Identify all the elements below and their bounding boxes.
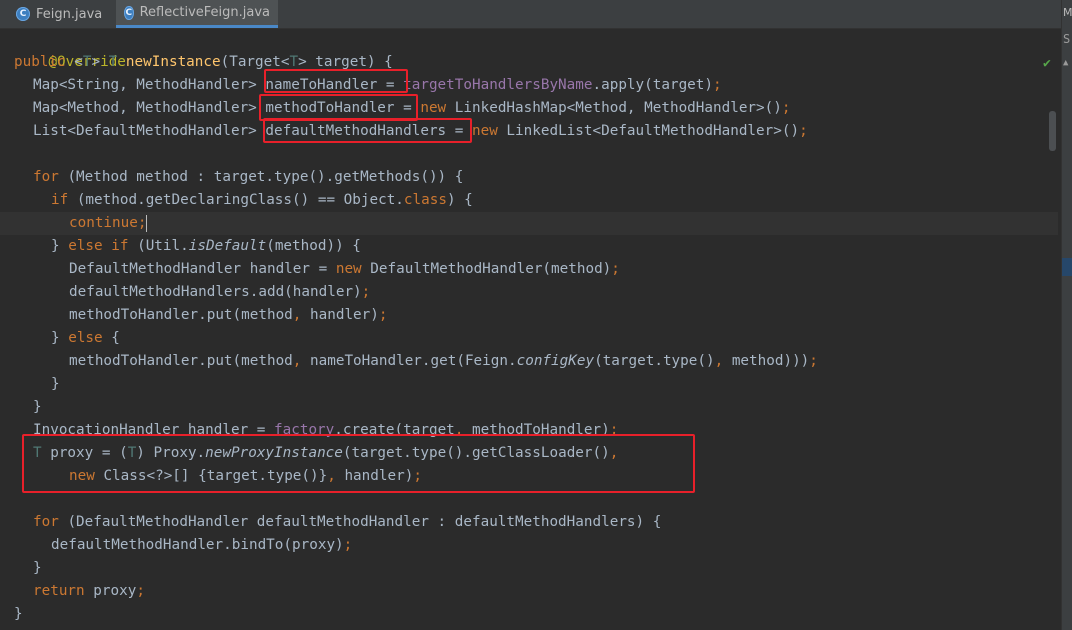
vertical-scrollbar-thumb[interactable] (1049, 111, 1056, 151)
tool-icon[interactable]: S (1063, 32, 1070, 46)
code-line: public <T> T newInstance(Target<T> targe… (14, 54, 393, 70)
code-line: Map<String, MethodHandler> nameToHandler… (33, 77, 722, 93)
highlight-methodToHandler (259, 94, 418, 121)
code-line: return proxy; (33, 583, 145, 599)
tab-feign-java[interactable]: C Feign.java (8, 0, 114, 28)
code-line: @Override (48, 54, 126, 70)
highlight-nameToHandler (264, 69, 408, 93)
maven-tool-label[interactable]: M (1063, 6, 1072, 19)
code-line: Map<Method, MethodHandler> methodToHandl… (33, 100, 791, 116)
right-tool-strip: M S ▲ (1061, 0, 1072, 630)
code-line: methodToHandler.put(method, handler); (69, 307, 388, 323)
tab-label: Feign.java (36, 6, 103, 22)
editor-tab-bar: C Feign.java C ReflectiveFeign.java (0, 0, 1062, 29)
code-editor[interactable]: @Override public <T> T newInstance(Targe… (0, 29, 1062, 630)
scroll-up-icon[interactable]: ▲ (1063, 58, 1068, 68)
code-line: } (33, 399, 42, 415)
highlight-proxy-creation (22, 434, 695, 493)
code-line: defaultMethodHandler.bindTo(proxy); (51, 537, 353, 553)
code-line: } else { (51, 330, 120, 346)
code-line: } (14, 606, 23, 622)
java-class-icon: C (16, 7, 30, 21)
code-line: DefaultMethodHandler handler = new Defau… (69, 261, 620, 277)
scroll-marker (1062, 258, 1072, 276)
tab-label: ReflectiveFeign.java (139, 5, 270, 20)
code-line: methodToHandler.put(method, nameToHandle… (69, 353, 818, 369)
code-line: for (DefaultMethodHandler defaultMethodH… (33, 514, 662, 530)
code-line: } else if (Util.isDefault(method)) { (51, 238, 361, 254)
inspection-ok-icon[interactable]: ✔ (1043, 56, 1051, 71)
code-line: if (method.getDeclaringClass() == Object… (51, 192, 473, 208)
java-class-icon: C (124, 5, 134, 20)
code-line: } (33, 560, 42, 576)
code-line: for (Method method : target.type().getMe… (33, 169, 464, 185)
code-line: } (51, 376, 60, 392)
code-line: List<DefaultMethodHandler> defaultMethod… (33, 123, 808, 139)
code-line-current: continue; (0, 212, 1058, 235)
code-line: defaultMethodHandlers.add(handler); (69, 284, 371, 300)
highlight-defaultMethodHandlers (263, 118, 472, 143)
text-caret (146, 214, 148, 232)
tab-reflectivefeign-java[interactable]: C ReflectiveFeign.java (116, 0, 278, 28)
